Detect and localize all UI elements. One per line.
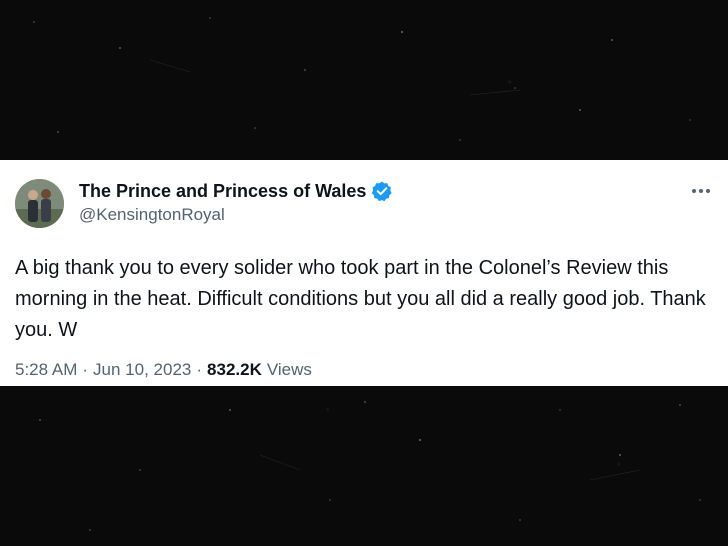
tweet-date[interactable]: Jun 10, 2023	[93, 360, 191, 380]
avatar-photo	[15, 179, 64, 228]
background: The Prince and Princess of Wales @Kensin…	[0, 0, 728, 546]
tweet-text: A big thank you to every solider who too…	[15, 257, 706, 341]
tweet-time[interactable]: 5:28 AM	[15, 360, 77, 380]
display-name[interactable]: The Prince and Princess of Wales	[79, 181, 366, 202]
views-count: 832.2K	[207, 360, 262, 379]
separator: ·	[82, 360, 89, 379]
verified-badge-icon	[371, 180, 393, 202]
more-options-icon[interactable]	[690, 180, 712, 202]
author-name-row: The Prince and Princess of Wales	[79, 180, 393, 202]
avatar[interactable]	[15, 179, 64, 228]
views-label: Views	[266, 360, 312, 379]
tweet-card: The Prince and Princess of Wales @Kensin…	[0, 160, 728, 386]
tweet-meta: 5:28 AM · Jun 10, 2023 · 832.2K Views	[15, 360, 312, 380]
separator: ·	[196, 360, 203, 379]
user-handle[interactable]: @KensingtonRoyal	[79, 205, 225, 225]
